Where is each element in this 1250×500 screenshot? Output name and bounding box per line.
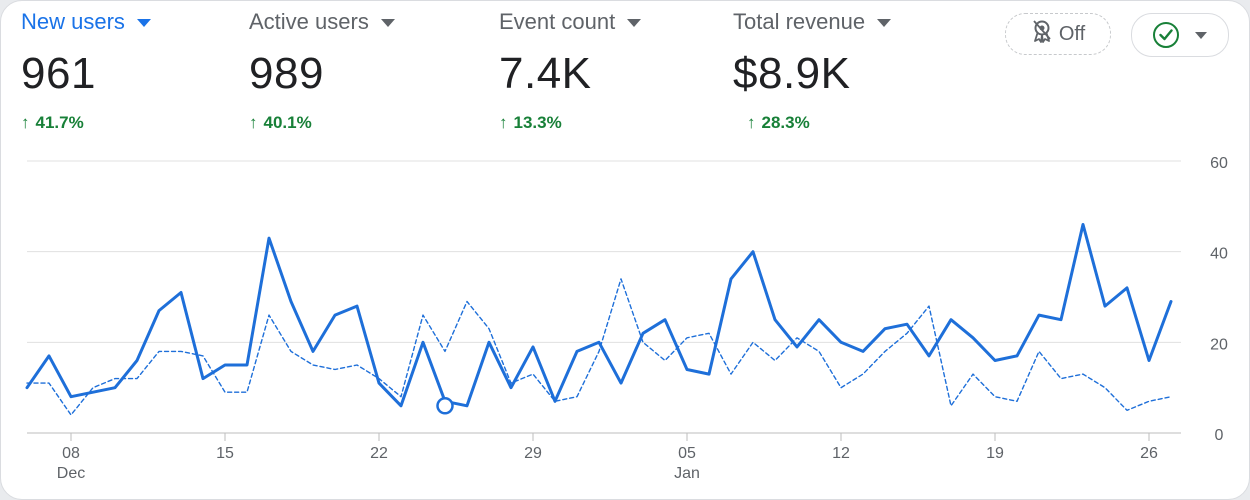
ribbon-badge-icon bbox=[1031, 19, 1053, 49]
line-chart: 0 20 40 60 08 Dec 15 22 29 05 Jan 12 19 26 bbox=[1, 141, 1249, 499]
metric-value: 989 bbox=[249, 49, 324, 98]
metric-tab-event-count[interactable]: Event count 7.4K ↑ 13.3% bbox=[499, 9, 642, 133]
metric-header: New users bbox=[21, 9, 151, 35]
x-tick-label: 12 bbox=[832, 445, 850, 462]
x-tick-label: 19 bbox=[986, 445, 1004, 462]
metric-header: Event count bbox=[499, 9, 642, 35]
arrow-up-icon: ↑ bbox=[21, 113, 30, 132]
line-chart-svg: 0 20 40 60 08 Dec 15 22 29 05 Jan 12 19 26 bbox=[25, 155, 1228, 482]
metric-change: ↑ 41.7% bbox=[21, 113, 151, 133]
metric-header: Total revenue bbox=[733, 9, 892, 35]
highlight-point[interactable] bbox=[436, 397, 454, 415]
x-tick-label: 22 bbox=[370, 445, 388, 462]
metric-tabs: New users 961 ↑ 41.7% Active users 989 ↑… bbox=[1, 1, 1001, 141]
metric-header: Active users bbox=[249, 9, 395, 35]
comparison-toggle-button[interactable]: Off bbox=[1005, 13, 1111, 55]
chevron-down-icon[interactable] bbox=[380, 19, 395, 27]
x-tick-month-label: Dec bbox=[57, 465, 85, 482]
check-circle-icon bbox=[1153, 22, 1179, 48]
arrow-up-icon: ↑ bbox=[249, 113, 258, 132]
metric-tab-active-users[interactable]: Active users 989 ↑ 40.1% bbox=[249, 9, 395, 133]
metric-label: Active users bbox=[249, 9, 369, 34]
arrow-up-icon: ↑ bbox=[499, 113, 508, 132]
y-tick-label: 40 bbox=[1210, 246, 1228, 263]
x-tick-label: 26 bbox=[1140, 445, 1158, 462]
chevron-down-icon[interactable] bbox=[627, 19, 642, 27]
y-tick-label: 60 bbox=[1210, 155, 1228, 172]
metric-label: Total revenue bbox=[733, 9, 866, 34]
comparison-toggle-label: Off bbox=[1058, 22, 1086, 45]
metric-label: Event count bbox=[499, 9, 616, 34]
metric-change-value: 28.3% bbox=[761, 113, 810, 132]
x-tick-label: 29 bbox=[524, 445, 542, 462]
metric-change: ↑ 40.1% bbox=[249, 113, 395, 133]
arrow-up-icon: ↑ bbox=[747, 113, 756, 132]
metric-value: $8.9K bbox=[733, 49, 851, 98]
data-quality-dropdown[interactable] bbox=[1131, 13, 1229, 57]
series-line-comparison bbox=[26, 278, 1172, 416]
metric-value: 7.4K bbox=[499, 49, 592, 98]
metric-change-value: 13.3% bbox=[513, 113, 562, 132]
x-tick-label: 05 bbox=[678, 445, 696, 462]
y-tick-label: 0 bbox=[1215, 427, 1224, 444]
metric-label: New users bbox=[21, 9, 125, 34]
report-card: New users 961 ↑ 41.7% Active users 989 ↑… bbox=[0, 0, 1250, 500]
metric-value: 961 bbox=[21, 49, 96, 98]
metric-change-value: 40.1% bbox=[263, 113, 312, 132]
x-tick-label: 15 bbox=[216, 445, 234, 462]
metric-tab-new-users[interactable]: New users 961 ↑ 41.7% bbox=[21, 9, 151, 133]
chevron-down-icon[interactable] bbox=[877, 19, 892, 27]
y-tick-label: 20 bbox=[1210, 336, 1228, 353]
x-tick-month-label: Jan bbox=[674, 465, 700, 482]
x-tick-label: 08 bbox=[62, 445, 80, 462]
metric-change: ↑ 13.3% bbox=[499, 113, 641, 133]
chevron-down-icon bbox=[1195, 31, 1207, 39]
metric-change-value: 41.7% bbox=[35, 113, 84, 132]
metric-tab-total-revenue[interactable]: Total revenue $8.9K ↑ 28.3% bbox=[733, 9, 892, 133]
chevron-down-icon[interactable] bbox=[136, 19, 151, 27]
metric-change: ↑ 28.3% bbox=[733, 113, 891, 133]
